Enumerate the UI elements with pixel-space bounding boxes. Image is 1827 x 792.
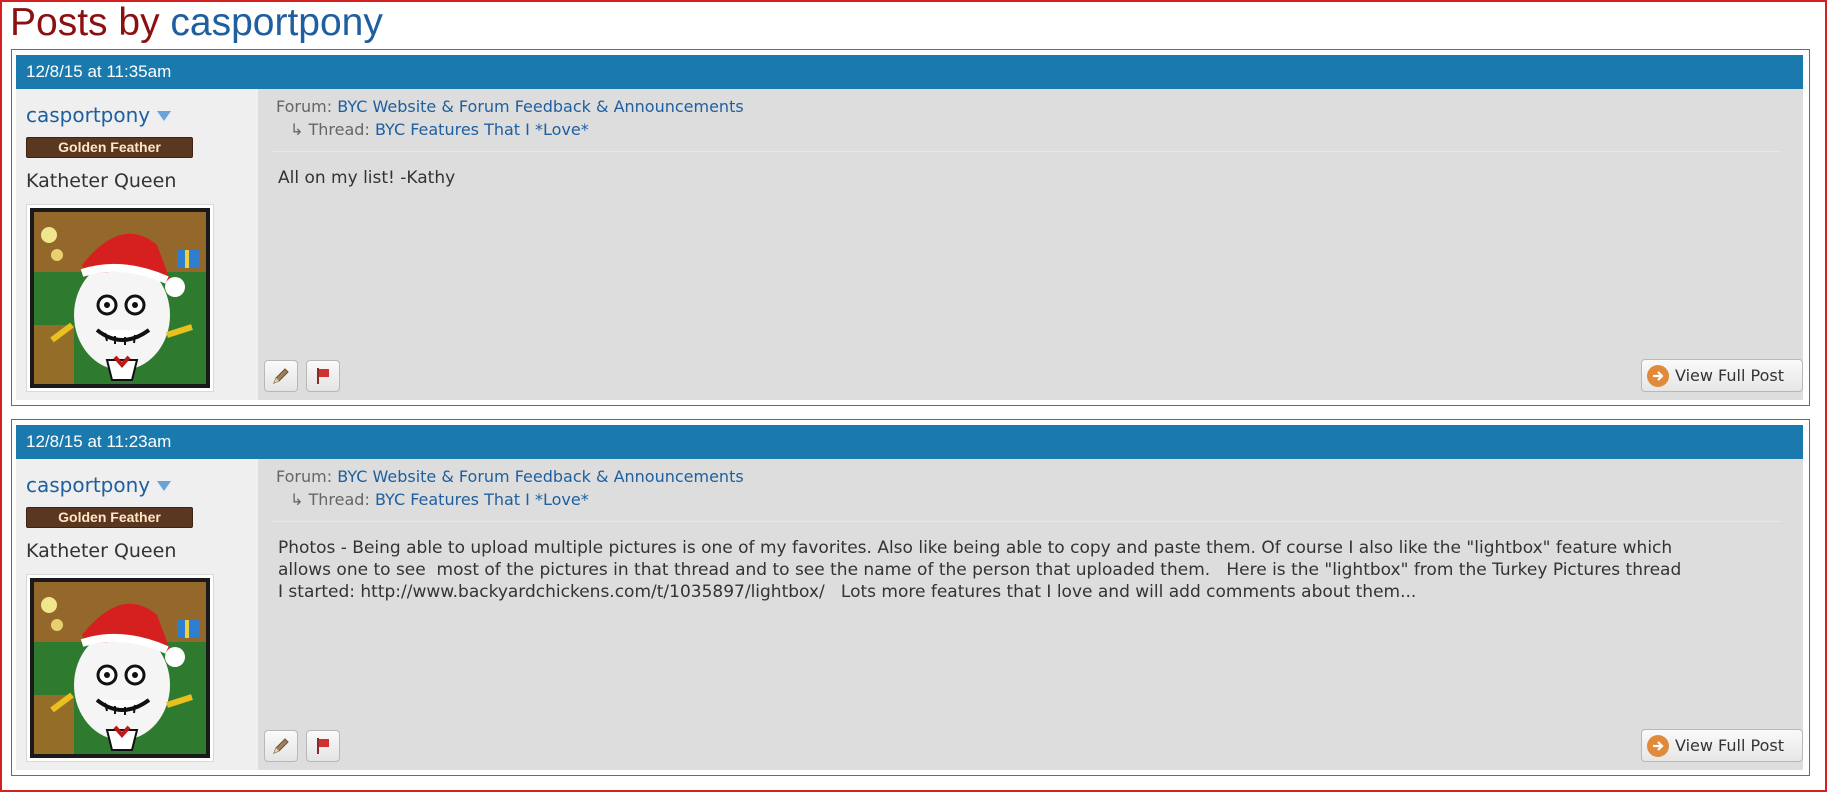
forum-label: Forum: bbox=[276, 467, 333, 486]
post-card: 12/8/15 at 11:23am casportpony Golden Fe… bbox=[11, 419, 1810, 776]
author-username-link[interactable]: casportpony bbox=[26, 103, 150, 127]
report-button[interactable] bbox=[306, 360, 340, 392]
pencil-icon bbox=[273, 368, 289, 384]
avatar-image bbox=[30, 578, 210, 758]
view-full-post-label: View Full Post bbox=[1675, 366, 1784, 385]
page-title-username[interactable]: casportpony bbox=[170, 1, 382, 44]
avatar[interactable] bbox=[26, 574, 214, 762]
caret-down-icon[interactable] bbox=[157, 111, 172, 121]
author-custom-title: Katheter Queen bbox=[26, 540, 177, 562]
edit-button[interactable] bbox=[264, 360, 298, 392]
post-location: Forum: BYC Website & Forum Feedback & An… bbox=[276, 465, 744, 511]
avatar-image bbox=[30, 208, 210, 388]
view-full-post-button[interactable]: View Full Post bbox=[1641, 359, 1803, 392]
edit-button[interactable] bbox=[264, 730, 298, 762]
thread-line: ↳ Thread: BYC Features That I *Love* bbox=[276, 118, 744, 141]
post-timestamp: 12/8/15 at 11:23am bbox=[16, 425, 1803, 459]
thread-label: Thread: bbox=[308, 490, 370, 509]
author-row: casportpony bbox=[26, 473, 172, 497]
forum-line: Forum: BYC Website & Forum Feedback & An… bbox=[276, 465, 744, 488]
page-title: Posts by casportpony bbox=[10, 0, 383, 46]
pencil-icon bbox=[273, 738, 289, 754]
thread-arrow-icon: ↳ bbox=[290, 490, 304, 509]
page-title-prefix: Posts by bbox=[10, 1, 171, 44]
post-location: Forum: BYC Website & Forum Feedback & An… bbox=[276, 95, 744, 141]
post-author-sidebar: casportpony Golden Feather Katheter Quee… bbox=[16, 459, 258, 770]
forum-line: Forum: BYC Website & Forum Feedback & An… bbox=[276, 95, 744, 118]
divider bbox=[272, 521, 1782, 522]
view-full-post-button[interactable]: View Full Post bbox=[1641, 729, 1803, 762]
report-button[interactable] bbox=[306, 730, 340, 762]
flag-icon bbox=[317, 368, 329, 384]
divider bbox=[272, 151, 1782, 152]
post-text: All on my list! -Kathy bbox=[278, 168, 456, 188]
post-timestamp: 12/8/15 at 11:35am bbox=[16, 55, 1803, 89]
forum-link[interactable]: BYC Website & Forum Feedback & Announcem… bbox=[337, 97, 743, 116]
post-text: Photos - Being able to upload multiple p… bbox=[278, 538, 1682, 602]
thread-line: ↳ Thread: BYC Features That I *Love* bbox=[276, 488, 744, 511]
forum-label: Forum: bbox=[276, 97, 333, 116]
author-rank-badge: Golden Feather bbox=[26, 137, 193, 158]
author-rank-badge: Golden Feather bbox=[26, 507, 193, 528]
author-custom-title: Katheter Queen bbox=[26, 170, 177, 192]
thread-link[interactable]: BYC Features That I *Love* bbox=[375, 120, 589, 139]
post-body: Forum: BYC Website & Forum Feedback & An… bbox=[258, 459, 1803, 770]
thread-arrow-icon: ↳ bbox=[290, 120, 304, 139]
author-row: casportpony bbox=[26, 103, 172, 127]
post-author-sidebar: casportpony Golden Feather Katheter Quee… bbox=[16, 89, 258, 400]
post-body: Forum: BYC Website & Forum Feedback & An… bbox=[258, 89, 1803, 400]
caret-down-icon[interactable] bbox=[157, 481, 172, 491]
forum-link[interactable]: BYC Website & Forum Feedback & Announcem… bbox=[337, 467, 743, 486]
thread-label: Thread: bbox=[308, 120, 370, 139]
arrow-circle-icon bbox=[1647, 364, 1669, 387]
flag-icon bbox=[317, 738, 329, 754]
thread-link[interactable]: BYC Features That I *Love* bbox=[375, 490, 589, 509]
view-full-post-label: View Full Post bbox=[1675, 736, 1784, 755]
post-card: 12/8/15 at 11:35am casportpony Golden Fe… bbox=[11, 49, 1810, 406]
avatar[interactable] bbox=[26, 204, 214, 392]
arrow-circle-icon bbox=[1647, 734, 1669, 757]
author-username-link[interactable]: casportpony bbox=[26, 473, 150, 497]
